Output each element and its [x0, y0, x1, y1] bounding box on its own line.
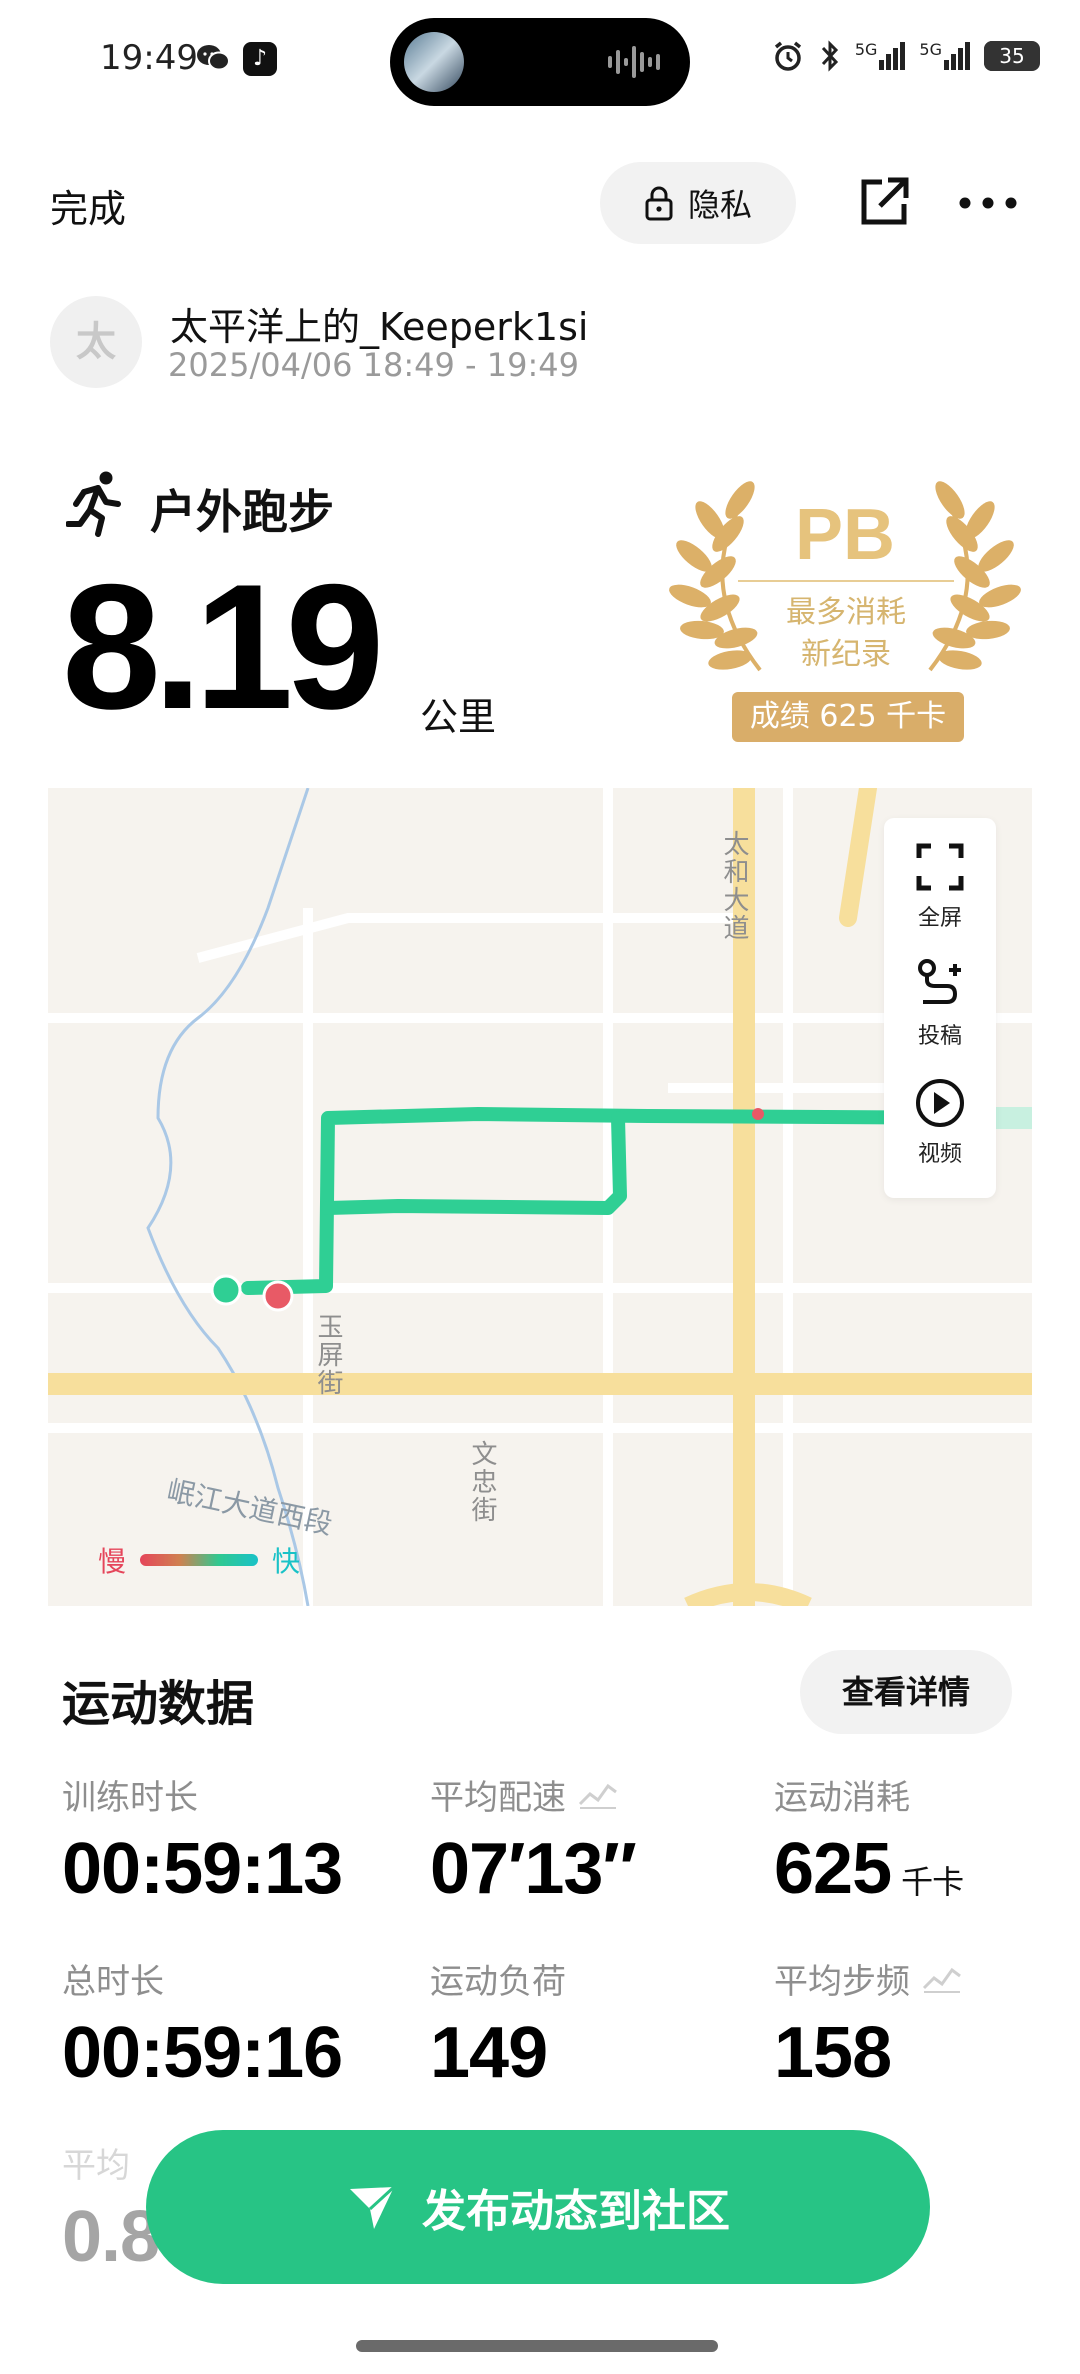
route-map[interactable]: 太和大道 玉屏街 文忠街 岷江大道西段 慢 快 全屏 投稿 视频	[48, 788, 1032, 1606]
status-bar: 19:49 ♪ 5G 5G 35	[0, 0, 1080, 120]
video-label: 视频	[917, 1142, 962, 1167]
stat-value: 07′13″	[430, 1829, 637, 1909]
road-label-taihe: 太和大道	[719, 830, 749, 942]
stat-value: 0.8	[62, 2197, 160, 2277]
wechat-icon	[197, 45, 230, 71]
publish-label: 发布动态到社区	[422, 2186, 730, 2237]
done-button[interactable]: 完成	[50, 178, 126, 233]
road-label-wenzhong: 文忠街	[467, 1440, 497, 1524]
speed-legend: 慢 快	[98, 1540, 300, 1580]
bluetooth-icon	[821, 40, 838, 72]
stat-label: 运动负荷	[430, 1961, 566, 2002]
trend-chart-icon	[922, 1967, 961, 1993]
stat-value: 158	[774, 2013, 892, 2093]
signal-2-icon: 5G	[919, 42, 970, 70]
tiktok-icon: ♪	[243, 42, 277, 76]
route-submit-icon	[918, 959, 961, 1004]
stat-partial: 平均 0.8	[62, 2142, 160, 2278]
map-toolbar: 全屏 投稿 视频	[884, 818, 996, 1198]
fullscreen-icon	[916, 843, 964, 891]
lock-icon	[645, 186, 673, 221]
publish-to-community-button[interactable]: 发布动态到社区	[146, 2130, 930, 2284]
slow-segment-marker	[752, 1108, 764, 1120]
media-cover-icon	[404, 32, 464, 92]
more-icon[interactable]	[958, 196, 1018, 210]
pb-result: 成绩 625 千卡	[732, 692, 964, 742]
pb-subtitle: 最多消耗 新纪录	[786, 595, 906, 672]
fullscreen-button[interactable]: 全屏	[884, 840, 996, 932]
stat-unit: 千卡	[901, 1863, 964, 1901]
stat-average-pace[interactable]: 平均配速 07′13″	[430, 1774, 637, 1910]
activity-type: 户外跑步	[150, 485, 334, 539]
start-point-icon	[210, 1274, 242, 1306]
stat-total-duration: 总时长 00:59:16	[62, 1958, 343, 2094]
section-title-stats: 运动数据	[62, 1676, 255, 1732]
stat-label: 训练时长	[62, 1777, 198, 1818]
fullscreen-label: 全屏	[917, 906, 962, 931]
pb-title: PB	[794, 495, 896, 575]
stat-cadence[interactable]: 平均步频 158	[774, 1958, 962, 2094]
dynamic-island[interactable]	[390, 18, 690, 106]
stat-label: 平均	[62, 2145, 130, 2186]
submit-button[interactable]: 投稿	[884, 958, 996, 1050]
share-icon[interactable]	[858, 176, 910, 228]
stat-label-wrap: 平均步频	[774, 1958, 962, 2002]
distance-unit: 公里	[420, 695, 497, 739]
home-indicator[interactable]	[356, 2340, 718, 2352]
stat-value: 625	[774, 1829, 892, 1909]
signal-1-icon: 5G	[855, 42, 906, 70]
stat-value-wrap: 625 千卡	[774, 1828, 964, 1910]
status-time: 19:49	[100, 38, 198, 78]
privacy-button[interactable]: 隐私	[600, 162, 796, 244]
avatar[interactable]: 太	[50, 296, 142, 388]
stat-value: 00:59:16	[62, 2013, 343, 2093]
road-label-yuping: 玉屏街	[313, 1313, 343, 1397]
stat-calories: 运动消耗 625 千卡	[774, 1774, 964, 1910]
battery-icon: 35	[984, 41, 1040, 71]
submit-label: 投稿	[917, 1024, 962, 1049]
play-icon	[916, 1079, 964, 1127]
workout-time-range: 2025/04/06 18:49 - 19:49	[168, 346, 579, 384]
stat-value: 149	[430, 2013, 548, 2093]
privacy-label: 隐私	[687, 186, 752, 224]
stat-label: 总时长	[62, 1961, 164, 2002]
view-details-button[interactable]: 查看详情	[800, 1650, 1012, 1734]
pb-divider	[738, 580, 954, 582]
status-right: 5G 5G 35	[771, 36, 1040, 76]
stat-value: 00:59:13	[62, 1829, 343, 1909]
stat-label: 平均步频	[774, 1961, 910, 2002]
audio-wave-icon	[608, 46, 660, 78]
distance-value: 8.19	[62, 547, 384, 746]
send-icon	[350, 2185, 396, 2229]
alarm-icon	[774, 41, 801, 71]
stat-training-load: 运动负荷 149	[430, 1958, 566, 2094]
legend-slow: 慢	[98, 1545, 127, 1578]
end-point-icon	[262, 1280, 294, 1312]
stat-label-wrap: 平均配速	[430, 1774, 636, 1818]
stat-label: 平均配速	[430, 1777, 566, 1818]
speed-gradient-bar	[140, 1554, 259, 1566]
stat-label: 运动消耗	[774, 1777, 910, 1818]
trend-chart-icon	[578, 1783, 617, 1809]
route-track-inner	[321, 1111, 627, 1215]
running-icon	[66, 471, 121, 537]
username: 太平洋上的_Keeperk1si	[170, 305, 589, 349]
legend-fast: 快	[272, 1545, 301, 1578]
video-button[interactable]: 视频	[884, 1076, 996, 1168]
stat-training-duration: 训练时长 00:59:13	[62, 1774, 343, 1910]
